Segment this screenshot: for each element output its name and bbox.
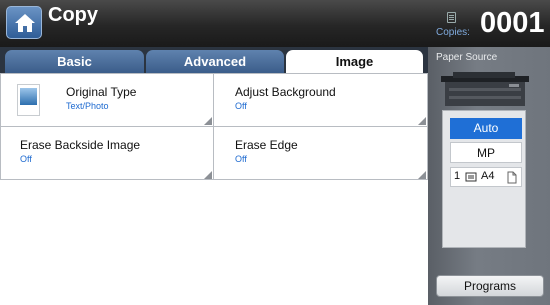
copies-icon	[447, 12, 456, 23]
corner-indicator	[418, 117, 426, 125]
home-icon	[15, 14, 35, 32]
option-value: Off	[20, 154, 32, 164]
tab-basic[interactable]: Basic	[5, 50, 144, 73]
option-value: Off	[235, 154, 247, 164]
erase-backside-option[interactable]: Erase Backside Image Off	[1, 127, 214, 180]
tab-image[interactable]: Image	[286, 50, 423, 74]
copies-count[interactable]: 0001	[480, 7, 545, 40]
page-icon	[507, 171, 517, 184]
paper-source-label: Paper Source	[436, 52, 498, 63]
original-type-option[interactable]: Original Type Text/Photo	[1, 74, 214, 127]
option-label: Erase Backside Image	[20, 138, 141, 152]
corner-indicator	[204, 171, 212, 179]
page-title: Copy	[48, 4, 98, 26]
copies-label: Copies:	[436, 27, 470, 38]
option-label: Adjust Background	[235, 85, 336, 99]
printer-icon	[441, 72, 529, 106]
tray-1-button[interactable]: 1 A4	[450, 167, 522, 187]
original-type-thumbnail	[17, 84, 40, 116]
options-grid: Original Type Text/Photo Adjust Backgrou…	[0, 73, 428, 180]
erase-edge-option[interactable]: Erase Edge Off	[214, 127, 427, 180]
paper-source-auto-button[interactable]: Auto	[450, 118, 522, 139]
adjust-background-option[interactable]: Adjust Background Off	[214, 74, 427, 127]
home-button[interactable]	[6, 6, 42, 39]
corner-indicator	[204, 117, 212, 125]
corner-indicator	[418, 171, 426, 179]
programs-button[interactable]: Programs	[436, 275, 544, 297]
option-value: Off	[235, 101, 247, 111]
tray-number: 1	[454, 170, 461, 182]
option-label: Erase Edge	[235, 138, 298, 152]
tray-paper-size: A4	[481, 170, 495, 182]
option-label: Original Type	[66, 85, 137, 99]
paper-stack-icon	[465, 172, 477, 182]
paper-source-mp-button[interactable]: MP	[450, 142, 522, 163]
tab-advanced[interactable]: Advanced	[146, 50, 284, 73]
option-value: Text/Photo	[66, 101, 109, 111]
